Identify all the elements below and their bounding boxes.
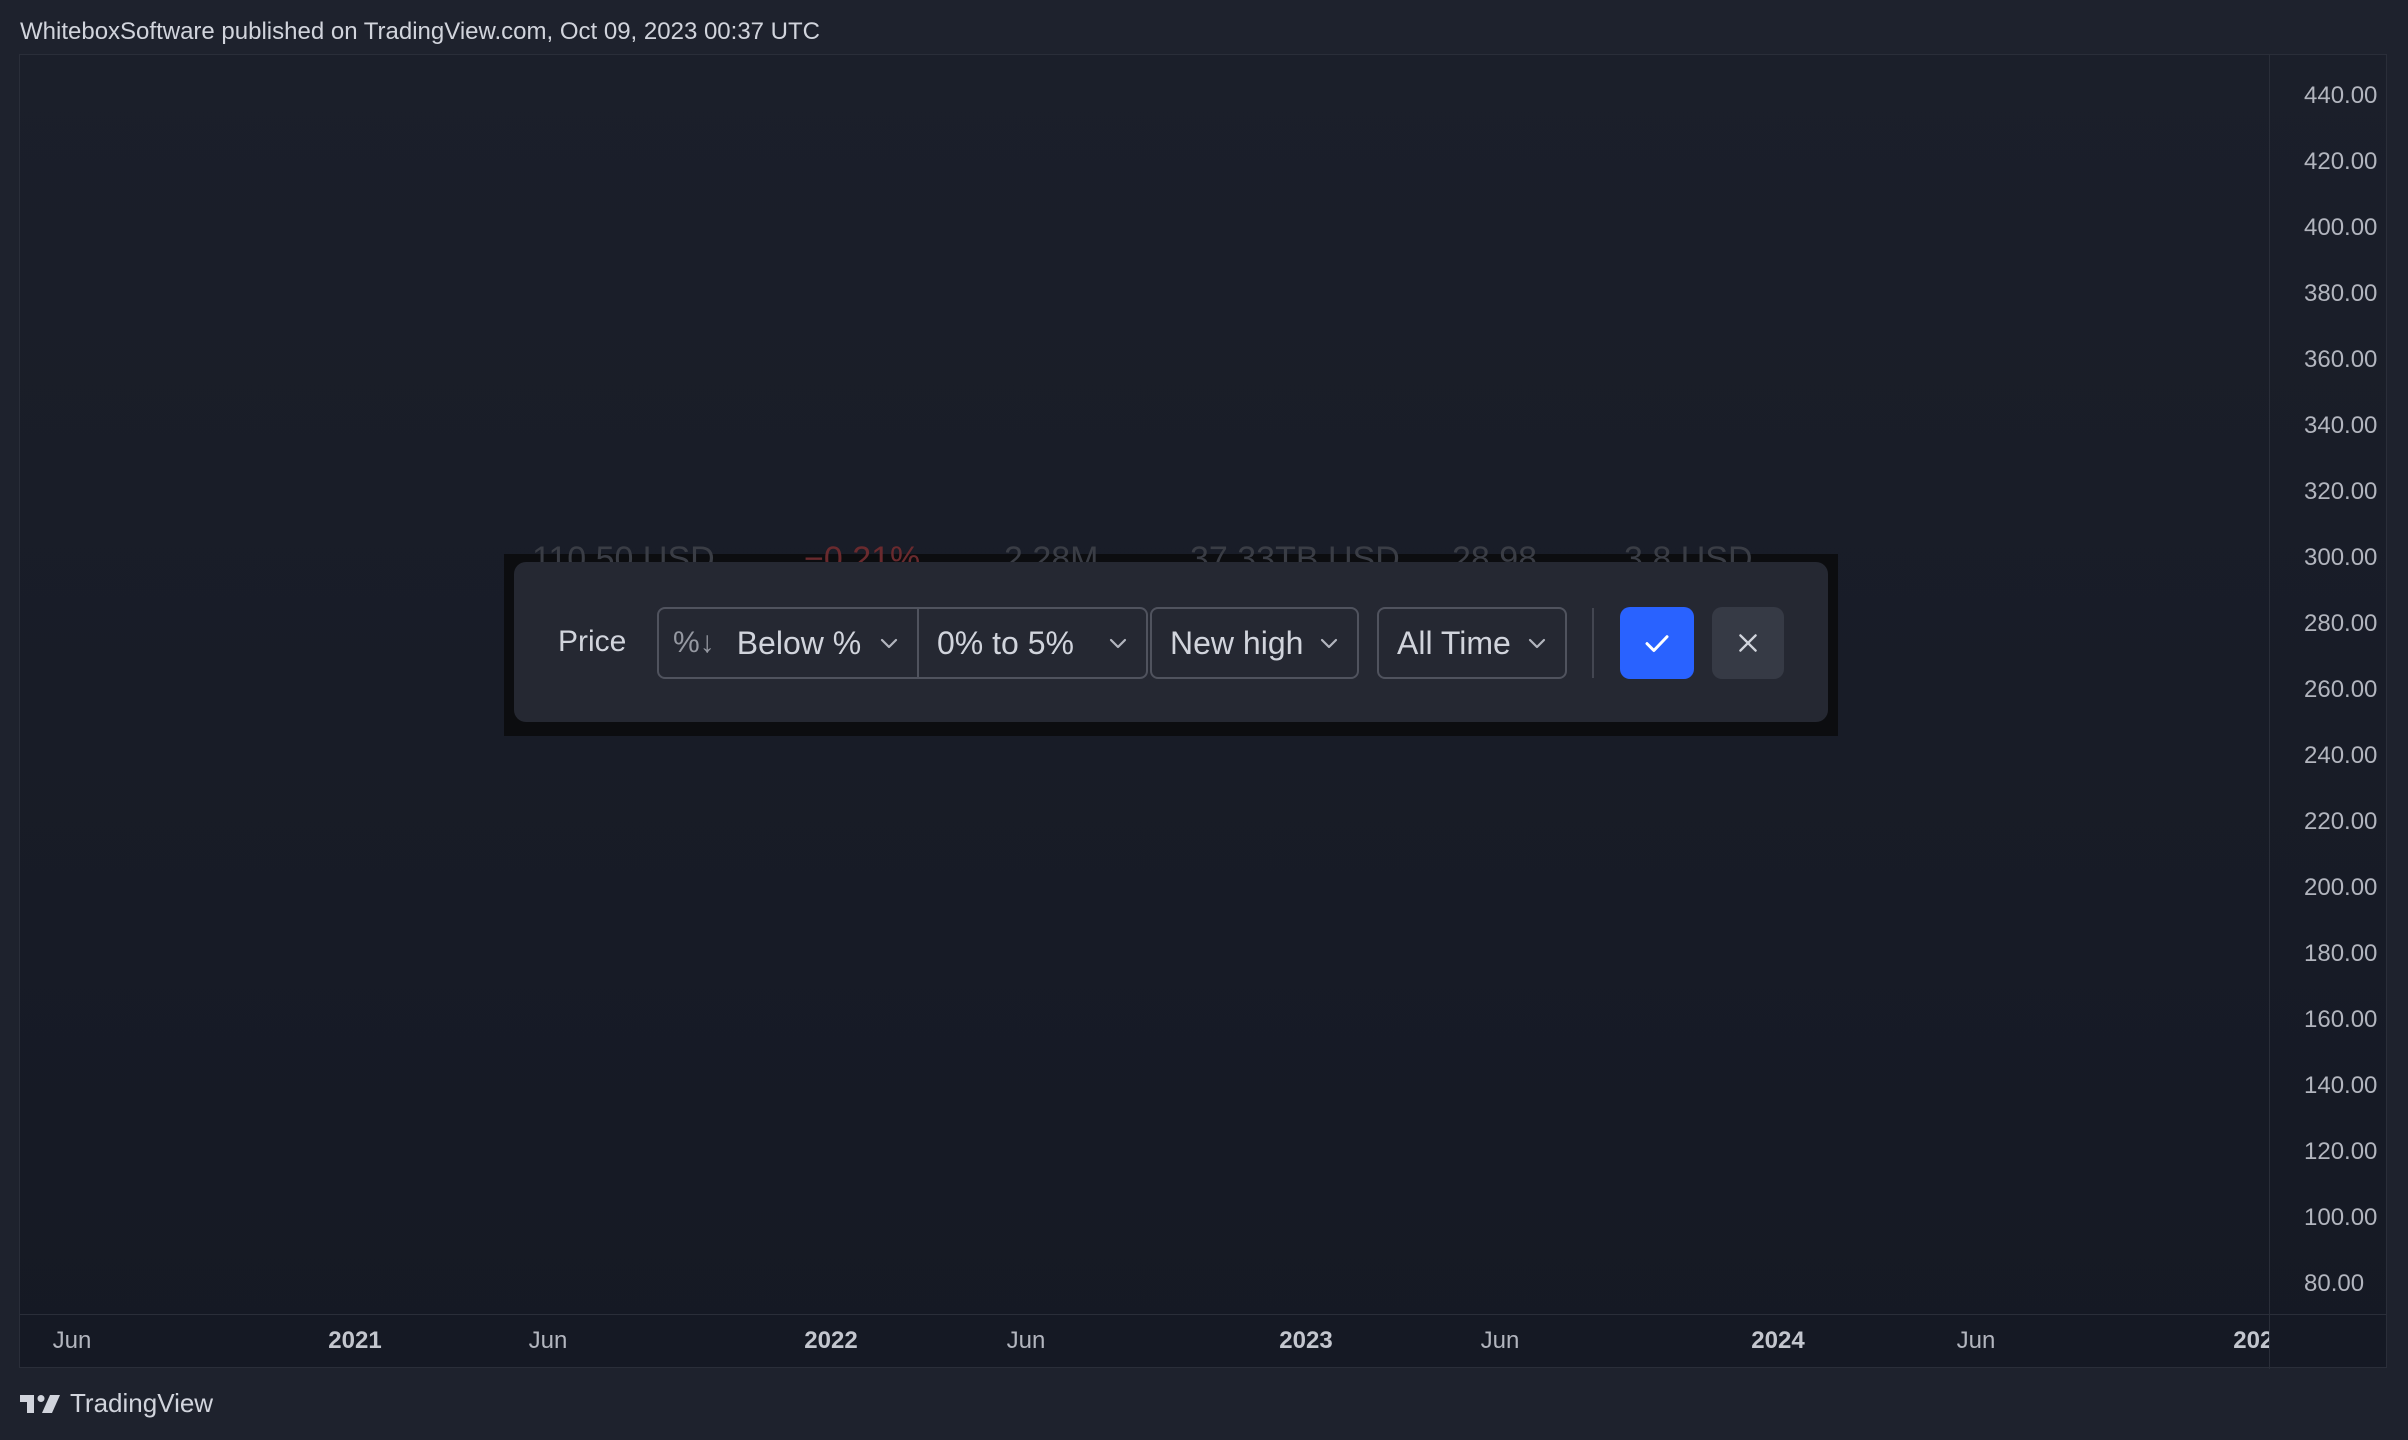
price-axis-label: 380.00 bbox=[2304, 280, 2378, 307]
time-axis-label: 2023 bbox=[1279, 1327, 1333, 1354]
time-axis-label: Jun bbox=[1480, 1327, 1520, 1354]
price-axis-label: 200.00 bbox=[2304, 874, 2378, 901]
price-axis-label: 400.00 bbox=[2304, 214, 2378, 241]
check-icon bbox=[1645, 635, 1669, 652]
tradingview-logo-icon bbox=[20, 1394, 60, 1413]
cancel-filter-button[interactable] bbox=[1712, 607, 1784, 679]
price-axis-label: 120.00 bbox=[2304, 1138, 2378, 1165]
condition-value: Below % bbox=[736, 624, 862, 661]
price-axis-label: 260.00 bbox=[2304, 676, 2378, 703]
price-axis-label: 440.00 bbox=[2304, 82, 2378, 109]
range-value: 0% to 5% bbox=[937, 624, 1074, 661]
price-axis-label: 240.00 bbox=[2304, 742, 2378, 769]
time-axis-label: 2022 bbox=[804, 1327, 858, 1354]
footer-branding: TradingView bbox=[20, 1388, 213, 1419]
price-axis-label: 220.00 bbox=[2304, 808, 2378, 835]
price-axis-label: 420.00 bbox=[2304, 148, 2378, 175]
price-filter-panel: Price %↓ Below % 0% to 5% New high All T… bbox=[514, 562, 1828, 722]
price-axis-label: 320.00 bbox=[2304, 478, 2378, 505]
publish-info: WhiteboxSoftware published on TradingVie… bbox=[20, 18, 821, 45]
range-dropdown[interactable]: 0% to 5% bbox=[917, 607, 1148, 679]
chevron-down-icon bbox=[1320, 638, 1338, 649]
price-axis-label: 160.00 bbox=[2304, 1006, 2378, 1033]
time-axis-label: Jun bbox=[1006, 1327, 1046, 1354]
reference-value: New high bbox=[1170, 624, 1304, 661]
time-axis-label: 2021 bbox=[328, 1327, 382, 1354]
price-axis-label: 280.00 bbox=[2304, 610, 2378, 637]
time-axis-label: 2024 bbox=[1751, 1327, 1805, 1354]
chevron-down-icon bbox=[1528, 638, 1546, 649]
price-axis-label: 140.00 bbox=[2304, 1072, 2378, 1099]
time-axis-label: 2025 bbox=[2233, 1327, 2269, 1354]
filter-title: Price bbox=[558, 625, 627, 658]
price-axis[interactable]: 440.00 420.00 400.00 380.00 360.00 340.0… bbox=[2269, 55, 2387, 1369]
time-axis[interactable]: Jun 2021 Jun 2022 Jun 2023 Jun 2024 Jun … bbox=[20, 1314, 2386, 1368]
chevron-down-icon bbox=[880, 638, 898, 649]
chevron-down-icon bbox=[1109, 638, 1127, 649]
time-axis-label: Jun bbox=[52, 1327, 92, 1354]
price-axis-label: 80.00 bbox=[2304, 1270, 2365, 1297]
time-axis-label: Jun bbox=[1956, 1327, 1996, 1354]
price-axis-label: 100.00 bbox=[2304, 1204, 2378, 1231]
price-axis-label: 300.00 bbox=[2304, 544, 2378, 571]
price-axis-label: 180.00 bbox=[2304, 940, 2378, 967]
close-icon bbox=[1739, 634, 1757, 652]
brand-name: TradingView bbox=[70, 1388, 214, 1418]
price-axis-label: 360.00 bbox=[2304, 346, 2378, 373]
period-dropdown[interactable]: All Time bbox=[1377, 607, 1567, 679]
condition-dropdown[interactable]: %↓ Below % bbox=[657, 607, 919, 679]
time-axis-label: Jun bbox=[528, 1327, 568, 1354]
percent-down-icon: %↓ bbox=[673, 626, 715, 659]
panel-divider bbox=[1592, 608, 1594, 678]
apply-filter-button[interactable] bbox=[1620, 607, 1694, 679]
period-value: All Time bbox=[1397, 624, 1511, 661]
price-axis-label: 340.00 bbox=[2304, 412, 2378, 439]
reference-dropdown[interactable]: New high bbox=[1150, 607, 1359, 679]
